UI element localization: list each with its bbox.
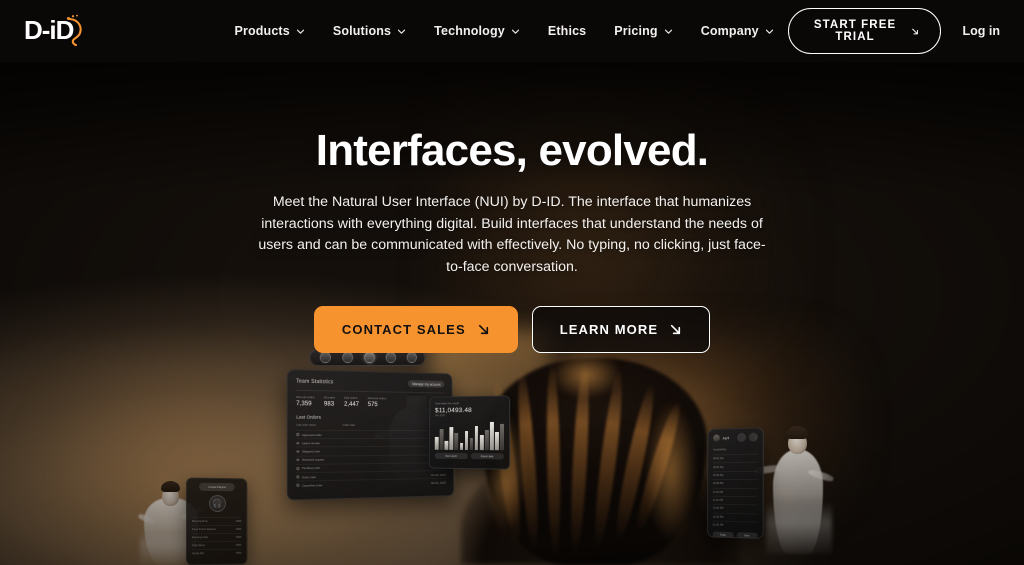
nav-item-solutions[interactable]: Solutions: [319, 16, 420, 46]
learn-more-label: LEARN MORE: [559, 321, 659, 337]
hero-section: Interfaces, evolved. Meet the Natural Us…: [0, 62, 1024, 353]
nav-label: Solutions: [332, 24, 392, 38]
nav-label: Products: [234, 24, 290, 38]
learn-more-button[interactable]: LEARN MORE: [531, 305, 711, 353]
chevron-down-icon: [398, 29, 406, 34]
svg-text:D-iD: D-iD: [24, 15, 74, 45]
arrow-down-right-icon: [671, 324, 681, 334]
chevron-down-icon: [664, 29, 672, 34]
arrow-down-right-icon: [478, 324, 488, 334]
arrow-down-right-icon: [912, 28, 919, 34]
contact-sales-button[interactable]: CONTACT SALES: [313, 305, 518, 353]
landing-page: Team Statistics Manage my account New si…: [0, 0, 1024, 565]
start-free-trial-button[interactable]: START FREE TRIAL: [787, 8, 941, 54]
nav-label: Ethics: [547, 24, 587, 38]
nav-item-products[interactable]: Products: [220, 16, 318, 46]
nav-label: Pricing: [614, 24, 658, 38]
nav-item-company[interactable]: Company: [687, 16, 788, 46]
hero-cta-row: CONTACT SALES LEARN MORE: [313, 305, 711, 353]
header-actions: START FREE TRIAL Log in: [787, 8, 1001, 54]
start-free-trial-label: START FREE TRIAL: [813, 19, 897, 43]
nav-item-ethics[interactable]: Ethics: [534, 16, 600, 46]
chevron-down-icon: [765, 29, 773, 34]
chevron-down-icon: [296, 29, 304, 34]
contact-sales-label: CONTACT SALES: [341, 321, 466, 337]
page-title: Interfaces, evolved.: [315, 126, 709, 175]
nav-item-technology[interactable]: Technology: [420, 16, 534, 46]
logo[interactable]: D-iD: [24, 11, 220, 51]
site-header: D-iD Products Solutions Technology Ethic…: [0, 0, 1024, 62]
nav-label: Technology: [434, 24, 505, 38]
nav-label: Company: [700, 24, 759, 38]
hero-description: Meet the Natural User Interface (NUI) by…: [258, 194, 766, 275]
login-link[interactable]: Log in: [963, 24, 1001, 38]
main-navigation: Products Solutions Technology Ethics Pri…: [220, 16, 787, 46]
nav-item-pricing[interactable]: Pricing: [600, 16, 686, 46]
chevron-down-icon: [511, 29, 519, 34]
